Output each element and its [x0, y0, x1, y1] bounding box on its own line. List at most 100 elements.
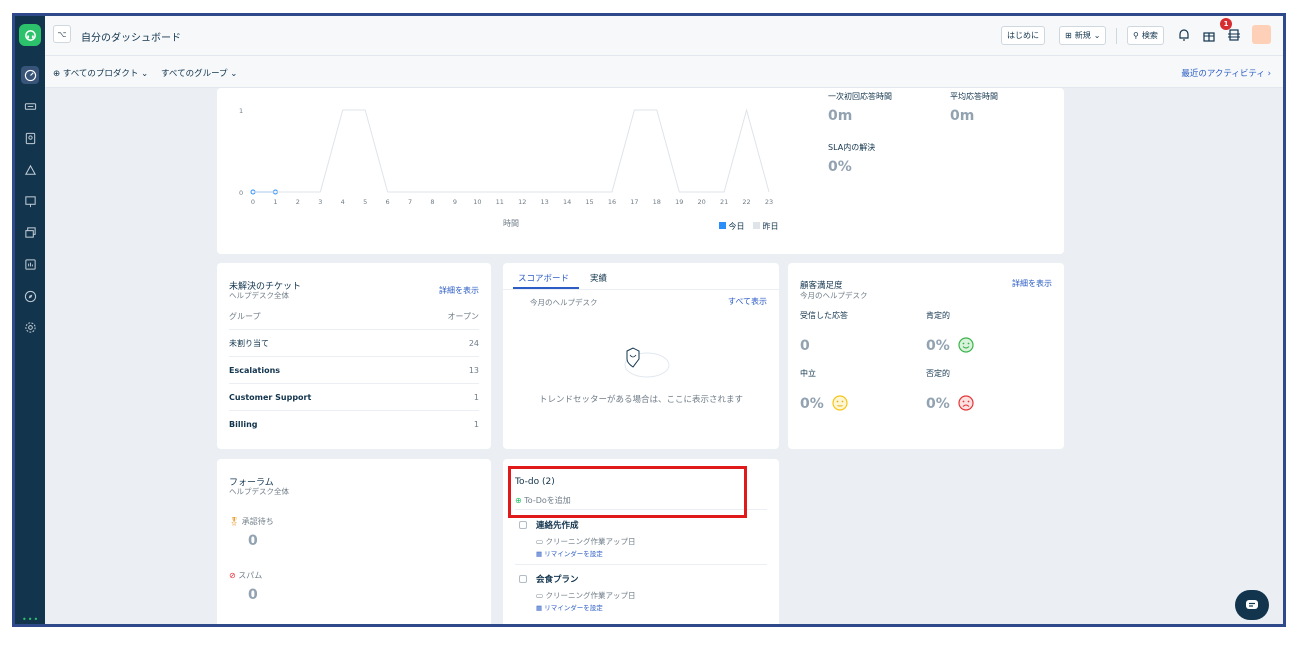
- gift-icon[interactable]: [1200, 26, 1218, 44]
- apps-switcher-icon[interactable]: [1225, 26, 1243, 44]
- forum-pending[interactable]: 🎖 承認待ち: [229, 516, 274, 527]
- set-reminder-link[interactable]: ▦ リマインダーを設定: [536, 548, 603, 558]
- tab-scoreboard[interactable]: スコアボード: [518, 272, 569, 284]
- first-response-label: 一次初回応答時間: [828, 92, 892, 101]
- forum-spam-value: 0: [248, 587, 258, 603]
- contacts-icon[interactable]: [21, 129, 39, 147]
- todo-item-meta: ▭ クリーニング作業アップ日: [536, 590, 635, 601]
- todo-item-title[interactable]: 会食プラン: [536, 573, 579, 585]
- globe-icon: ⊕: [53, 69, 63, 79]
- x-tick-label: 0: [251, 198, 255, 206]
- x-tick-label: 9: [453, 198, 457, 206]
- table-row[interactable]: 未割り当て 24: [229, 330, 479, 357]
- sla-label: SLA内の解決: [828, 143, 876, 152]
- row-open-count: 13: [468, 365, 479, 375]
- x-tick-label: 18: [653, 198, 661, 206]
- todo-checkbox[interactable]: [519, 575, 527, 583]
- recent-activity-link[interactable]: 最近のアクティビティ ›: [1181, 67, 1271, 79]
- col-open-header: オープン: [447, 311, 479, 321]
- table-row[interactable]: Billing 1: [229, 411, 479, 438]
- knowledge-base-icon[interactable]: [21, 192, 39, 210]
- set-reminder-link[interactable]: ▦ リマインダーを設定: [536, 602, 603, 612]
- notifications-bell-icon[interactable]: [1175, 26, 1193, 44]
- y-tick-label: 1: [239, 107, 243, 115]
- getting-started-button[interactable]: はじめに: [1001, 26, 1045, 45]
- avg-response-label: 平均応答時間: [950, 92, 998, 101]
- getting-started-label: はじめに: [1007, 31, 1039, 40]
- tab-performance[interactable]: 実績: [590, 272, 607, 284]
- sidebar-toggle-icon[interactable]: ⌥: [53, 25, 71, 43]
- user-avatar[interactable]: ㅤ: [1252, 25, 1271, 44]
- x-tick-label: 1: [273, 198, 277, 206]
- trophy-shield-icon: [624, 347, 670, 378]
- unresolved-table-header: グループ オープン: [229, 303, 479, 330]
- legend-yesterday-label: 昨日: [762, 222, 779, 231]
- settings-gear-icon[interactable]: [21, 318, 39, 336]
- x-tick-label: 19: [675, 198, 683, 206]
- unresolved-view-details-link[interactable]: 詳細を表示: [439, 285, 479, 296]
- x-tick-label: 10: [473, 198, 481, 206]
- series-line-yesterday: [253, 108, 770, 193]
- product-filter-label: すべてのプロダクト: [62, 69, 139, 79]
- x-tick-label: 15: [585, 198, 593, 206]
- ticket-trends-chart: 100 1 2 3 4 5 6 7 8 9 10 11 12 13 14 15 16 17 18 19 20 21 22 23: [239, 107, 773, 206]
- x-tick-label: 5: [363, 198, 367, 206]
- left-nav-rail: •••: [15, 16, 45, 624]
- todo-checkbox[interactable]: [519, 521, 527, 529]
- dashboard-icon[interactable]: [21, 66, 39, 84]
- calendar-icon: ▦: [536, 604, 545, 612]
- table-row[interactable]: Escalations 13: [229, 357, 479, 384]
- x-tick-label: 6: [386, 198, 390, 206]
- y-tick-label: 0: [239, 189, 243, 197]
- legend-today-swatch: [719, 222, 726, 229]
- x-tick-label: 3: [318, 198, 322, 206]
- x-tick-label: 12: [518, 198, 526, 206]
- new-button[interactable]: ⊞ 新規 ⌄: [1059, 26, 1107, 45]
- chat-widget-button[interactable]: [1235, 590, 1269, 620]
- chevron-down-icon: ⌄: [138, 69, 149, 79]
- x-tick-label: 21: [720, 198, 728, 206]
- page-title: 自分のダッシュボード: [81, 33, 181, 44]
- medal-icon: 🎖: [229, 517, 240, 526]
- chat-bubble-icon: [1246, 600, 1258, 609]
- legend-yesterday[interactable]: 昨日: [753, 221, 779, 232]
- forum-spam[interactable]: ⊘ スパム: [229, 570, 262, 581]
- chevron-down-icon: ⌄: [1093, 31, 1101, 40]
- tickets-icon[interactable]: [21, 97, 39, 115]
- csat-positive-label: 肯定的: [926, 311, 950, 320]
- legend-today[interactable]: 今日: [719, 221, 745, 232]
- scoreboard-subtitle: 今月のヘルプデスク: [530, 298, 598, 307]
- csat-view-details-link[interactable]: 詳細を表示: [1012, 278, 1052, 289]
- unresolved-subtitle: ヘルプデスク全体: [229, 291, 289, 300]
- app-frame: ••• ⌥ 自分のダッシュボード はじめに ⊞ 新規 ⌄ ⚲ 検索 1 ㅤ ⊕ …: [12, 13, 1286, 627]
- x-tick-label: 16: [608, 198, 616, 206]
- search-button[interactable]: ⚲ 検索: [1127, 26, 1164, 45]
- ticket-trends-card: 1 0 0 1 2 3 4 5 6 7 8 9 10 11 12 13 14 15 16 17 18 19 20 21 22 23…: [217, 88, 1064, 254]
- toolbar-divider: [1116, 28, 1117, 44]
- set-reminder-label: リマインダーを設定: [544, 550, 603, 558]
- legend-yesterday-swatch: [753, 222, 760, 229]
- unresolved-tickets-card: 未解決のチケット ヘルプデスク全体 詳細を表示 グループ オープン 未割り当て …: [217, 263, 491, 449]
- x-tick-label: 22: [742, 198, 750, 206]
- x-tick-label: 23: [765, 198, 773, 206]
- groups-icon[interactable]: [21, 161, 39, 179]
- x-tick-label: 8: [430, 198, 434, 206]
- forums-icon[interactable]: [21, 223, 39, 241]
- search-icon: ⚲: [1133, 31, 1139, 40]
- product-filter[interactable]: ⊕ すべてのプロダクト ⌄: [53, 67, 148, 79]
- new-label: 新規: [1074, 31, 1091, 40]
- x-tick-label: 14: [563, 198, 571, 206]
- x-tick-label: 2: [296, 198, 300, 206]
- col-group-header: グループ: [229, 311, 261, 321]
- discover-icon[interactable]: [21, 287, 39, 305]
- group-filter[interactable]: すべてのグループ ⌄: [161, 67, 237, 79]
- freshdesk-logo[interactable]: [19, 24, 41, 46]
- chevron-down-icon: ⌄: [227, 69, 238, 79]
- todo-item-title[interactable]: 連絡先作成: [536, 519, 579, 531]
- table-row[interactable]: Customer Support 1: [229, 384, 479, 411]
- scoreboard-view-all-link[interactable]: すべて表示: [728, 296, 767, 307]
- csat-positive-value: 0%: [926, 338, 950, 354]
- reports-icon[interactable]: [21, 255, 39, 273]
- forum-pending-value: 0: [248, 533, 258, 549]
- apps-dots-icon[interactable]: •••: [22, 615, 39, 624]
